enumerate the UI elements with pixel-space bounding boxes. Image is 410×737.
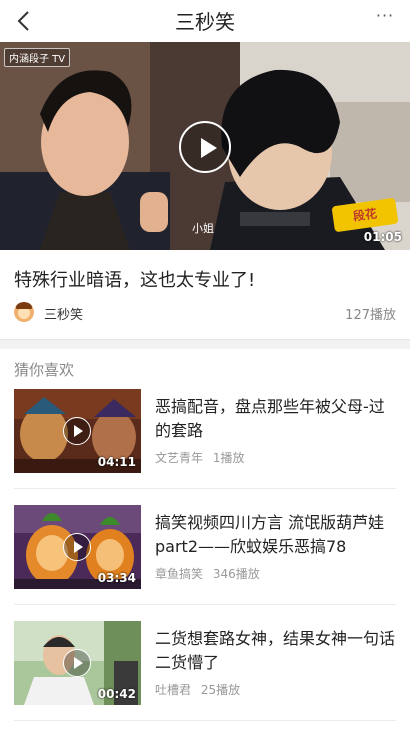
channel-badge: 内涵段子 TV [4, 48, 71, 67]
recommended-video-author: 吐槽君 [155, 683, 192, 697]
recommended-video-title[interactable]: 恶搞配音，盘点那些年被父母-过的套路 [155, 395, 396, 443]
recommended-video-plays: 25播放 [200, 683, 241, 697]
play-icon [63, 649, 91, 677]
video-title: 特殊行业暗语，这也太专业了! [14, 270, 256, 291]
page-title: 三秒笑 [175, 10, 235, 34]
author-name[interactable]: 三秒笑 [44, 304, 83, 323]
recommended-video-author: 文艺青年 [155, 451, 204, 465]
author-avatar[interactable] [14, 302, 34, 322]
recommended-video-meta: 吐槽君 25播放 [155, 681, 246, 698]
video-caption: 小姐 [192, 222, 214, 235]
recommended-video-meta: 章鱼搞笑 346播放 [155, 565, 266, 582]
recommend-section-title: 猜你喜欢 [14, 361, 75, 379]
list-divider [14, 604, 396, 605]
nav-bar: 三秒笑 ··· [0, 0, 410, 42]
recommended-video-title[interactable]: 搞笑视频四川方言 流氓版葫芦娃part2——欣蚊娱乐恶搞78 [155, 511, 396, 559]
video-thumbnail[interactable]: 00:42 [14, 621, 141, 705]
recommended-video-title[interactable]: 二货想套路女神，结果女神一句话二货懵了 [155, 627, 396, 675]
recommended-video-item[interactable]: 00:42 二货想套路女神，结果女神一句话二货懵了 吐槽君 25播放 [14, 621, 396, 737]
video-player[interactable]: 内涵段子 TV 小姐 段花 01:05 [0, 42, 410, 250]
recommended-video-plays: 346播放 [212, 567, 260, 581]
video-duration: 00:42 [97, 687, 136, 701]
recommended-video-meta: 文艺青年 1播放 [155, 449, 250, 466]
list-divider [14, 720, 396, 721]
play-icon [63, 417, 91, 445]
video-duration: 03:34 [97, 571, 136, 585]
recommended-video-item[interactable]: 03:34 搞笑视频四川方言 流氓版葫芦娃part2——欣蚊娱乐恶搞78 章鱼搞… [14, 505, 396, 621]
video-thumbnail[interactable]: 03:34 [14, 505, 141, 589]
author-row: 三秒笑 127播放 [14, 302, 396, 323]
section-divider [0, 339, 410, 349]
video-duration: 04:11 [97, 455, 136, 469]
video-duration: 01:05 [363, 230, 402, 244]
recommended-video-item[interactable]: 04:11 恶搞配音，盘点那些年被父母-过的套路 文艺青年 1播放 [14, 389, 396, 505]
recommended-video-author: 章鱼搞笑 [155, 567, 204, 581]
play-icon [63, 533, 91, 561]
play-button-icon[interactable] [179, 121, 231, 173]
recommended-video-plays: 1播放 [212, 451, 245, 465]
list-divider [14, 488, 396, 489]
video-thumbnail[interactable]: 04:11 [14, 389, 141, 473]
play-count: 127播放 [345, 308, 396, 323]
more-icon[interactable]: ··· [372, 6, 398, 32]
